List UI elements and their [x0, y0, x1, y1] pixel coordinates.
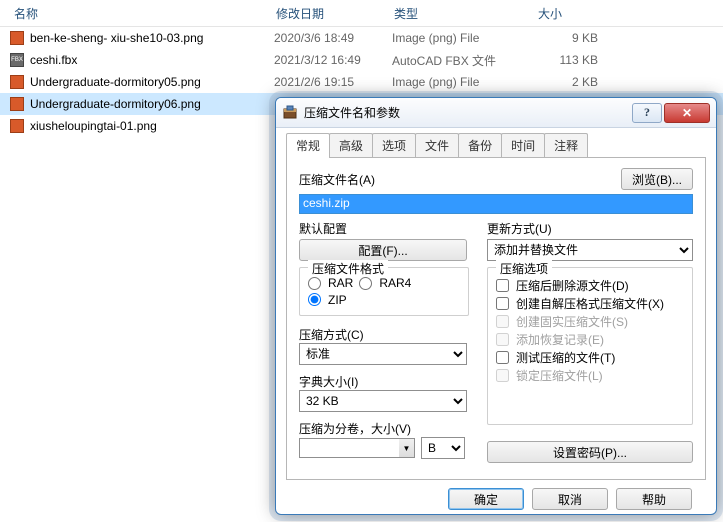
- chevron-down-icon[interactable]: ▼: [399, 438, 415, 458]
- browse-button[interactable]: 浏览(B)...: [621, 168, 693, 190]
- cell-name: Undergraduate-dormitory06.png: [30, 97, 274, 111]
- dict-label: 字典大小(I): [299, 373, 469, 390]
- option-check-4[interactable]: 测试压缩的文件(T): [496, 349, 684, 366]
- cell-name: Undergraduate-dormitory05.png: [30, 75, 274, 89]
- tab-6[interactable]: 注释: [544, 133, 588, 157]
- cell-type: AutoCAD FBX 文件: [392, 52, 536, 69]
- option-check-0[interactable]: 压缩后删除源文件(D): [496, 277, 684, 294]
- fbx-file-icon: FBX: [8, 52, 26, 68]
- option-check-3: 添加恢复记录(E): [496, 331, 684, 348]
- png-file-icon: [8, 30, 26, 46]
- cell-name: ceshi.fbx: [30, 53, 274, 67]
- split-label: 压缩为分卷，大小(V): [299, 420, 469, 437]
- file-row[interactable]: ben-ke-sheng- xiu-she10-03.png2020/3/6 1…: [0, 27, 723, 49]
- cell-name: ben-ke-sheng- xiu-she10-03.png: [30, 31, 274, 45]
- filename-label: 压缩文件名(A): [299, 171, 375, 188]
- archive-dialog: 压缩文件名和参数 ? ✕ 常规高级选项文件备份时间注释 压缩文件名(A) 浏览(…: [275, 97, 717, 515]
- cell-size: 2 KB: [536, 75, 598, 89]
- split-unit-select[interactable]: B: [421, 437, 465, 459]
- png-file-icon: [8, 74, 26, 90]
- format-radio-rar4[interactable]: RAR4: [359, 276, 411, 290]
- cancel-button[interactable]: 取消: [532, 488, 608, 510]
- split-size-input[interactable]: [299, 438, 399, 458]
- app-icon: [282, 105, 298, 121]
- cell-name: xiusheloupingtai-01.png: [30, 119, 274, 133]
- tab-1[interactable]: 高级: [329, 133, 373, 157]
- tab-panel-general: 压缩文件名(A) 浏览(B)... ceshi.zip 默认配置 配置(F)..…: [286, 158, 706, 480]
- tab-strip: 常规高级选项文件备份时间注释: [286, 136, 706, 158]
- format-group: 压缩文件格式 RARRAR4ZIP: [299, 267, 469, 316]
- option-check-5: 锁定压缩文件(L): [496, 367, 684, 384]
- filename-input[interactable]: ceshi.zip: [299, 194, 693, 214]
- cell-date: 2021/2/6 19:15: [274, 75, 392, 89]
- tab-2[interactable]: 选项: [372, 133, 416, 157]
- tab-4[interactable]: 备份: [458, 133, 502, 157]
- cell-type: Image (png) File: [392, 75, 536, 89]
- file-row[interactable]: FBX ceshi.fbx2021/3/12 16:49AutoCAD FBX 文…: [0, 49, 723, 71]
- option-check-1[interactable]: 创建自解压格式压缩文件(X): [496, 295, 684, 312]
- cell-size: 9 KB: [536, 31, 598, 45]
- option-check-2: 创建固实压缩文件(S): [496, 313, 684, 330]
- tab-5[interactable]: 时间: [501, 133, 545, 157]
- update-mode-select[interactable]: 添加并替换文件: [487, 239, 693, 261]
- cell-date: 2020/3/6 18:49: [274, 31, 392, 45]
- ok-button[interactable]: 确定: [448, 488, 524, 510]
- png-file-icon: [8, 118, 26, 134]
- col-date[interactable]: 修改日期: [270, 1, 388, 26]
- method-select[interactable]: 标准: [299, 343, 467, 365]
- col-type[interactable]: 类型: [388, 1, 532, 26]
- method-label: 压缩方式(C): [299, 326, 469, 343]
- help-button[interactable]: 帮助: [616, 488, 692, 510]
- dialog-title: 压缩文件名和参数: [304, 104, 630, 121]
- cell-type: Image (png) File: [392, 31, 536, 45]
- profile-button[interactable]: 配置(F)...: [299, 239, 467, 261]
- file-row[interactable]: Undergraduate-dormitory05.png2021/2/6 19…: [0, 71, 723, 93]
- dialog-footer: 确定 取消 帮助: [286, 480, 706, 510]
- profile-label: 默认配置: [299, 220, 469, 237]
- update-label: 更新方式(U): [487, 220, 693, 237]
- format-radio-rar[interactable]: RAR: [308, 276, 353, 290]
- tab-3[interactable]: 文件: [415, 133, 459, 157]
- dict-select[interactable]: 32 KB: [299, 390, 467, 412]
- options-group: 压缩选项 压缩后删除源文件(D)创建自解压格式压缩文件(X)创建固实压缩文件(S…: [487, 267, 693, 425]
- file-list-header: 名称 修改日期 类型 大小: [0, 0, 723, 27]
- tab-0[interactable]: 常规: [286, 133, 330, 158]
- titlebar[interactable]: 压缩文件名和参数 ? ✕: [276, 98, 716, 128]
- format-radio-zip[interactable]: ZIP: [308, 293, 347, 307]
- close-icon[interactable]: ✕: [664, 103, 710, 123]
- help-icon[interactable]: ?: [632, 103, 662, 123]
- password-button[interactable]: 设置密码(P)...: [487, 441, 693, 463]
- cell-size: 113 KB: [536, 53, 598, 67]
- cell-date: 2021/3/12 16:49: [274, 53, 392, 67]
- col-size[interactable]: 大小: [532, 1, 612, 26]
- col-name[interactable]: 名称: [8, 1, 270, 26]
- png-file-icon: [8, 96, 26, 112]
